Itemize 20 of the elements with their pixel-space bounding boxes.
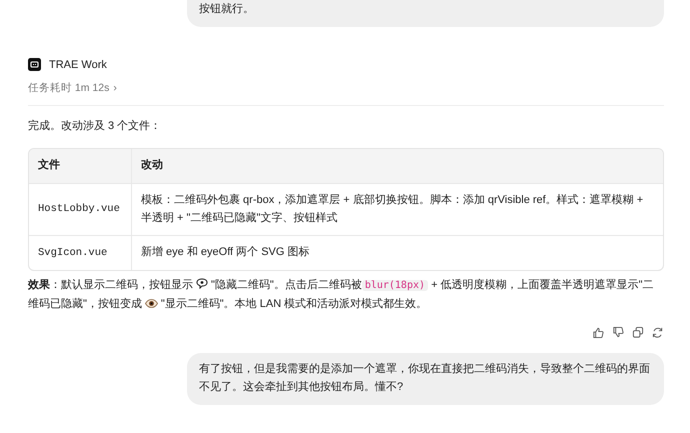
agent-name: TRAE Work — [49, 58, 107, 73]
thumbs-up-icon[interactable] — [592, 326, 604, 340]
effect-text: 效果：默认显示二维码，按钮显示 "隐藏二维码"。点击后二维码被 blur(18px) + 低透明度模糊，上面覆盖半透明遮罩显示"二维码已隐藏"，按钮变成 "显示二维码"。本地 LAN 模式和活动派对模式都生效。 — [28, 276, 654, 312]
eye-icon — [144, 298, 158, 308]
message-text: 有了按钮，但是我需要的是添加一个遮罩，你现在直接把二维码消失，导致整个二维码的界面不见了。这会牵扯到其他按钮布局。懂不? — [199, 363, 650, 393]
file-name: SvgIcon.vue — [38, 246, 108, 261]
thumbs-down-icon[interactable] — [612, 326, 624, 340]
file-name: HostLobby.vue — [38, 202, 120, 218]
intro-text: 完成。改动涉及 3 个文件： — [28, 118, 162, 134]
copy-icon[interactable] — [632, 326, 644, 340]
duration-text[interactable]: 任务耗时 1m 12s — [28, 81, 110, 97]
change-text: 新增 eye 和 eyeOff 两个 SVG 图标 — [141, 246, 310, 258]
column-header: 改动 — [141, 159, 163, 172]
eye-bubble-icon — [196, 278, 208, 289]
chevron-icon[interactable]: › — [113, 81, 117, 97]
agent-logo-icon — [28, 58, 41, 72]
message-text: 按钮就行。 — [199, 3, 254, 15]
refresh-icon[interactable] — [652, 326, 664, 340]
change-text: 模板：二维码外包裹 qr-box，添加遮罩层 + 底部切换按钮。脚本：添加 qrVisible ref。样式：遮罩模糊 + 半透明 + "二维码已隐藏"文字、按钮样式 — [141, 194, 644, 224]
column-header: 文件 — [38, 159, 60, 172]
